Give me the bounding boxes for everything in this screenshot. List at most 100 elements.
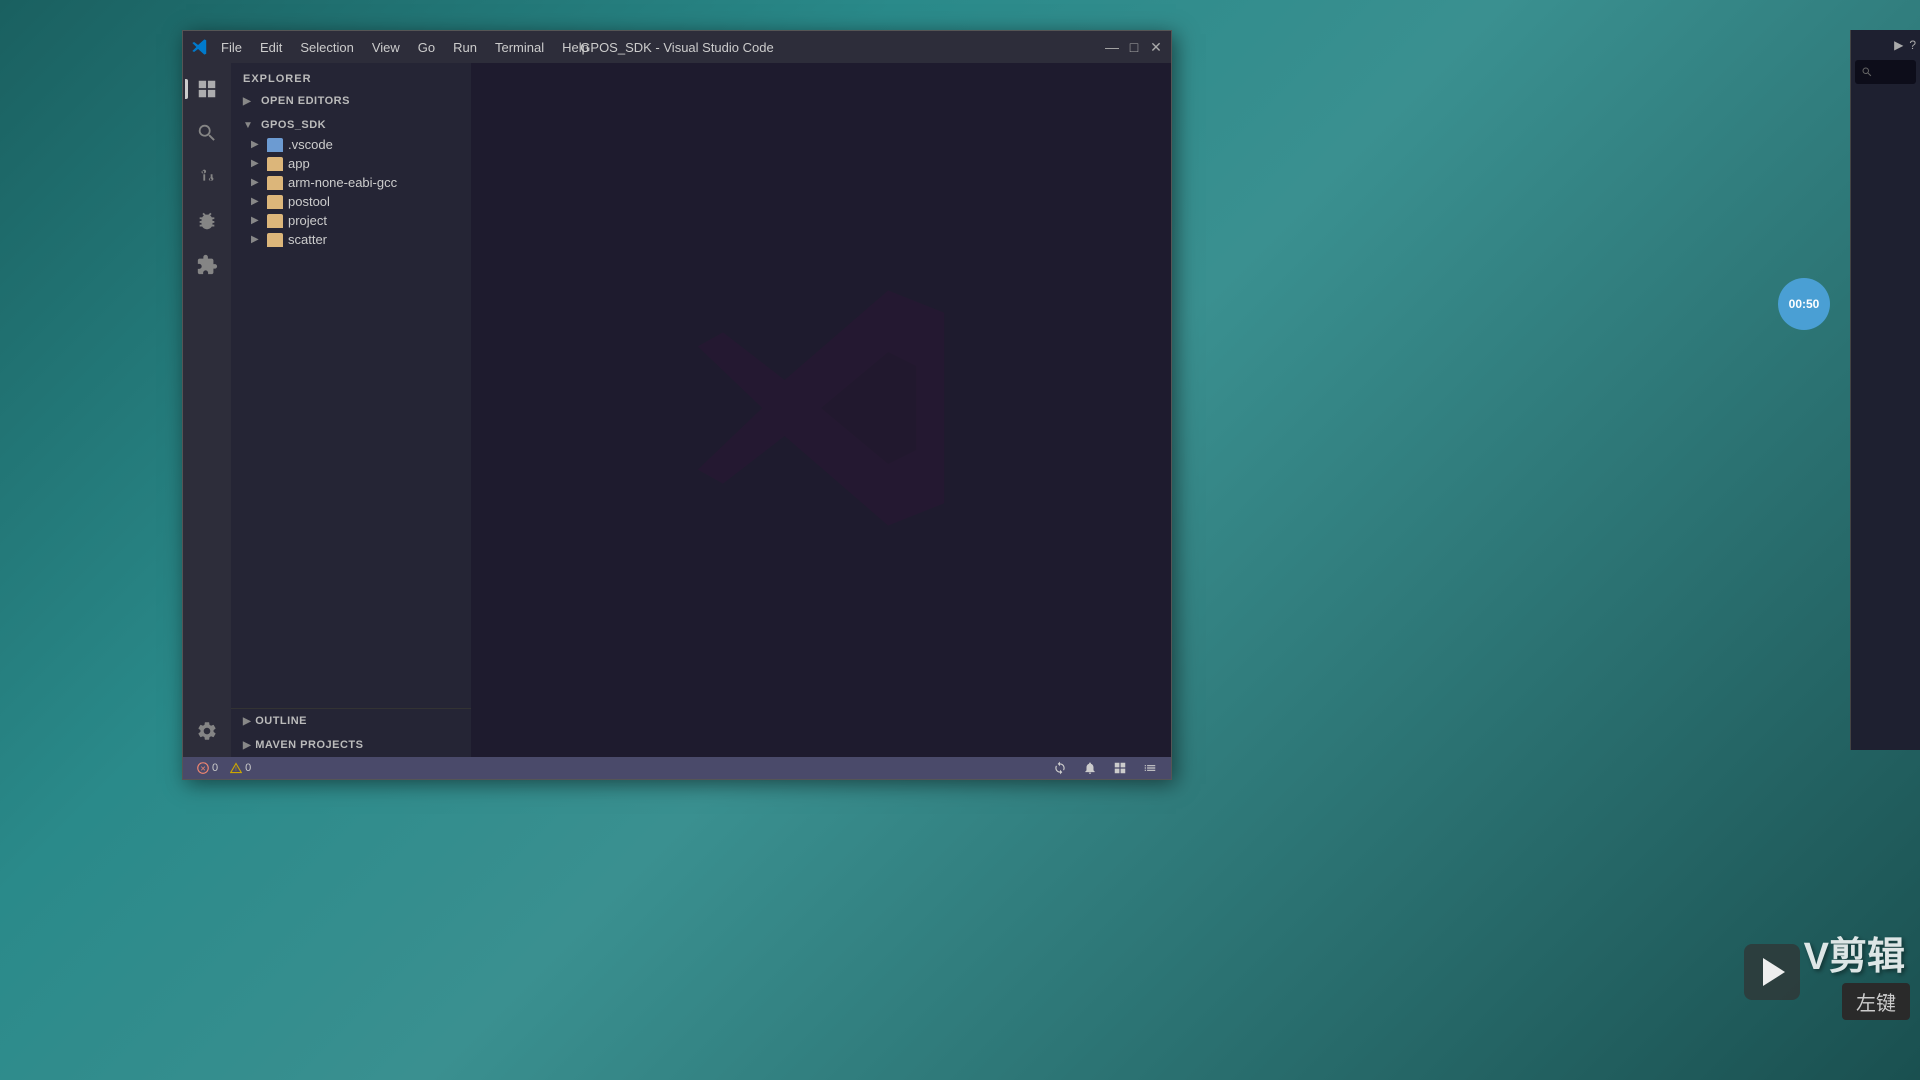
status-right <box>1047 761 1163 775</box>
editor-area <box>471 63 1171 757</box>
timer-badge: 00:50 <box>1778 278 1830 330</box>
open-editors-chevron: ▶ <box>243 96 257 107</box>
search-icon <box>1861 66 1873 78</box>
project-chevron: ▼ <box>243 120 257 131</box>
warning-count: 0 <box>245 762 251 774</box>
outline-chevron: ▶ <box>243 716 251 727</box>
folder-icon-scatter <box>267 233 283 247</box>
main-content: EXPLORER ▶ OPEN EDITORS ▼ GPOS_SDK ▶ <box>183 63 1171 757</box>
tree-chevron-vscode: ▶ <box>251 139 265 150</box>
folder-icon-project <box>267 214 283 228</box>
search-activity-icon[interactable] <box>189 115 225 151</box>
folder-icon-vscode <box>267 138 283 152</box>
vscode-watermark <box>681 268 961 553</box>
tree-item-postool[interactable]: ▶ postool <box>231 192 471 211</box>
open-editors-label: OPEN EDITORS <box>261 95 350 107</box>
right-side-panel: ▶ ? <box>1850 30 1920 750</box>
minimize-button[interactable]: — <box>1105 40 1119 54</box>
tree-label-scatter: scatter <box>288 232 327 247</box>
maven-label: MAVEN PROJECTS <box>255 739 363 751</box>
tree-label-arm: arm-none-eabi-gcc <box>288 175 397 190</box>
debug-activity-icon[interactable] <box>189 203 225 239</box>
play-icon <box>1763 958 1785 986</box>
outline-label: OUTLINE <box>255 715 307 727</box>
project-section: ▼ GPOS_SDK ▶ .vscode ▶ app <box>231 115 471 249</box>
folder-icon-app <box>267 157 283 171</box>
title-bar: File Edit Selection View Go Run Terminal… <box>183 31 1171 63</box>
folder-tree: ▶ .vscode ▶ app ▶ arm-none-eabi-gcc <box>231 135 471 249</box>
status-grid[interactable] <box>1107 761 1133 775</box>
status-bell[interactable] <box>1077 761 1103 775</box>
project-header[interactable]: ▼ GPOS_SDK <box>231 115 471 135</box>
maximize-button[interactable]: □ <box>1127 40 1141 54</box>
tree-chevron-arm: ▶ <box>251 177 265 188</box>
tree-label-project: project <box>288 213 327 228</box>
status-sync[interactable] <box>1047 761 1073 775</box>
svg-text:✕: ✕ <box>200 766 206 773</box>
menu-file[interactable]: File <box>213 38 250 57</box>
tree-label-postool: postool <box>288 194 330 209</box>
tree-item-arm[interactable]: ▶ arm-none-eabi-gcc <box>231 173 471 192</box>
source-control-activity-icon[interactable] <box>189 159 225 195</box>
list-icon <box>1143 761 1157 775</box>
brand-text: V剪辑 <box>1804 936 1905 978</box>
menu-bar: File Edit Selection View Go Run Terminal… <box>213 38 597 57</box>
extensions-activity-icon[interactable] <box>189 247 225 283</box>
status-list[interactable] <box>1137 761 1163 775</box>
settings-activity-icon[interactable] <box>189 713 225 749</box>
tree-chevron-app: ▶ <box>251 158 265 169</box>
menu-view[interactable]: View <box>364 38 408 57</box>
maven-chevron: ▶ <box>243 740 251 751</box>
menu-selection[interactable]: Selection <box>292 38 361 57</box>
tree-label-app: app <box>288 156 310 171</box>
warning-icon: ! <box>230 762 242 774</box>
tree-chevron-scatter: ▶ <box>251 234 265 245</box>
close-button[interactable]: ✕ <box>1149 40 1163 54</box>
brand-watermark: V剪辑 <box>1804 925 1905 980</box>
menu-run[interactable]: Run <box>445 38 485 57</box>
menu-go[interactable]: Go <box>410 38 443 57</box>
tree-item-vscode[interactable]: ▶ .vscode <box>231 135 471 154</box>
tree-chevron-project: ▶ <box>251 215 265 226</box>
vscode-window: File Edit Selection View Go Run Terminal… <box>182 30 1172 780</box>
right-panel-search[interactable] <box>1855 60 1916 84</box>
open-editors-header[interactable]: ▶ OPEN EDITORS <box>231 91 471 111</box>
explorer-header: EXPLORER <box>231 63 471 91</box>
error-count: 0 <box>212 762 218 774</box>
title-controls: — □ ✕ <box>1105 40 1163 54</box>
tree-item-project[interactable]: ▶ project <box>231 211 471 230</box>
sync-icon <box>1053 761 1067 775</box>
menu-terminal[interactable]: Terminal <box>487 38 552 57</box>
window-title: GPOS_SDK - Visual Studio Code <box>580 40 773 55</box>
tree-item-app[interactable]: ▶ app <box>231 154 471 173</box>
cut-label: 左键 <box>1842 983 1910 1020</box>
status-bar: ✕ 0 ! 0 <box>183 757 1171 779</box>
tree-chevron-postool: ▶ <box>251 196 265 207</box>
grid-icon <box>1113 761 1127 775</box>
tree-item-scatter[interactable]: ▶ scatter <box>231 230 471 249</box>
right-panel-top-icons: ▶ ? <box>1855 38 1916 52</box>
cut-label-container: 左键 <box>1842 983 1910 1020</box>
tree-label-vscode: .vscode <box>288 137 333 152</box>
error-icon: ✕ <box>197 762 209 774</box>
sidebar-bottom: ▶ OUTLINE ▶ MAVEN PROJECTS <box>231 708 471 757</box>
status-errors[interactable]: ✕ 0 <box>191 762 224 774</box>
folder-icon-postool <box>267 195 283 209</box>
bell-icon <box>1083 761 1097 775</box>
project-label: GPOS_SDK <box>261 119 326 131</box>
folder-icon-arm <box>267 176 283 190</box>
activity-bar <box>183 63 231 757</box>
explorer-activity-icon[interactable] <box>189 71 225 107</box>
open-editors-section: ▶ OPEN EDITORS <box>231 91 471 111</box>
panel-icon-1[interactable]: ▶ <box>1894 38 1903 52</box>
menu-edit[interactable]: Edit <box>252 38 290 57</box>
panel-icon-2[interactable]: ? <box>1909 38 1916 52</box>
outline-section[interactable]: ▶ OUTLINE <box>231 709 471 733</box>
vscode-logo-icon <box>191 38 209 56</box>
maven-section[interactable]: ▶ MAVEN PROJECTS <box>231 733 471 757</box>
timer-value: 00:50 <box>1789 297 1820 311</box>
play-button[interactable] <box>1744 944 1800 1000</box>
sidebar: EXPLORER ▶ OPEN EDITORS ▼ GPOS_SDK ▶ <box>231 63 471 757</box>
activity-bar-bottom <box>189 713 225 749</box>
status-warnings[interactable]: ! 0 <box>224 762 257 774</box>
